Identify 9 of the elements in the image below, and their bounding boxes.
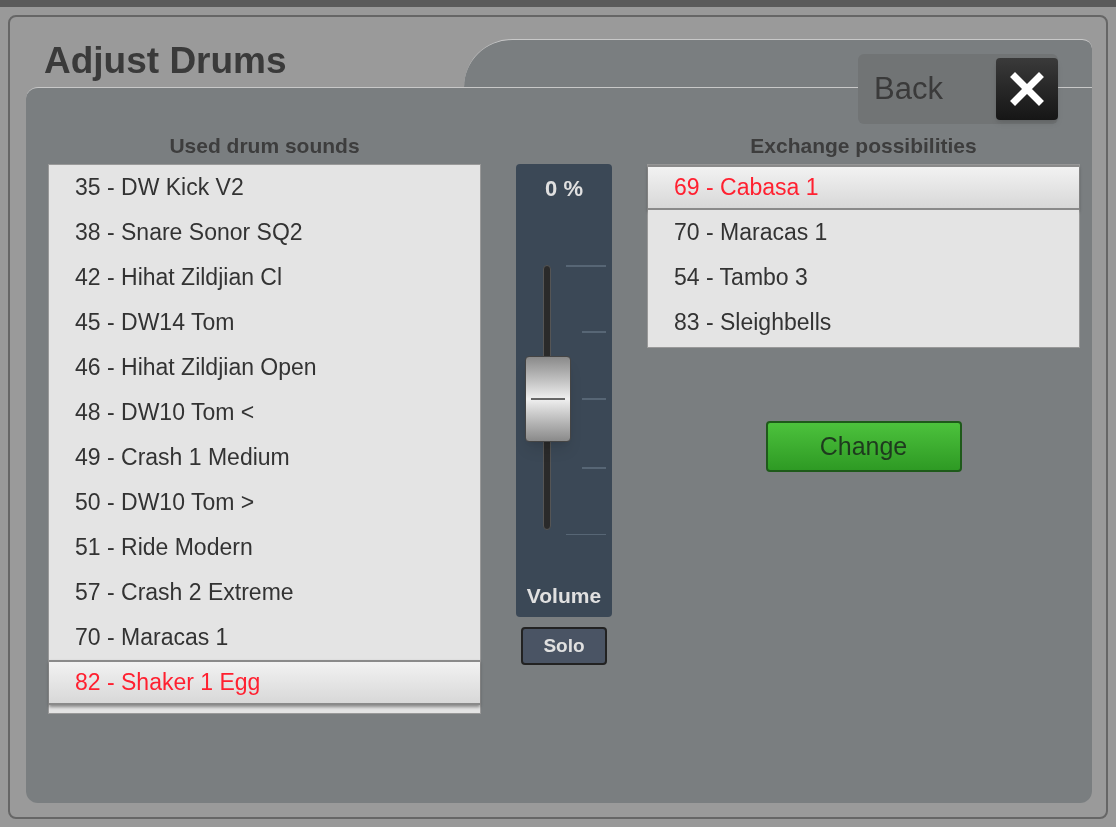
volume-reading: 0 % <box>545 175 583 203</box>
slider-thumb[interactable] <box>525 355 571 442</box>
window-title: Adjust Drums <box>44 39 287 83</box>
volume-label: Volume <box>526 582 602 609</box>
list-heading: Exchange possibilities <box>750 133 977 159</box>
change-button[interactable]: Change <box>765 421 962 472</box>
close-icon[interactable] <box>996 58 1058 120</box>
list-heading: Used drum sounds <box>169 133 360 159</box>
solo-button[interactable]: Solo <box>521 627 607 665</box>
